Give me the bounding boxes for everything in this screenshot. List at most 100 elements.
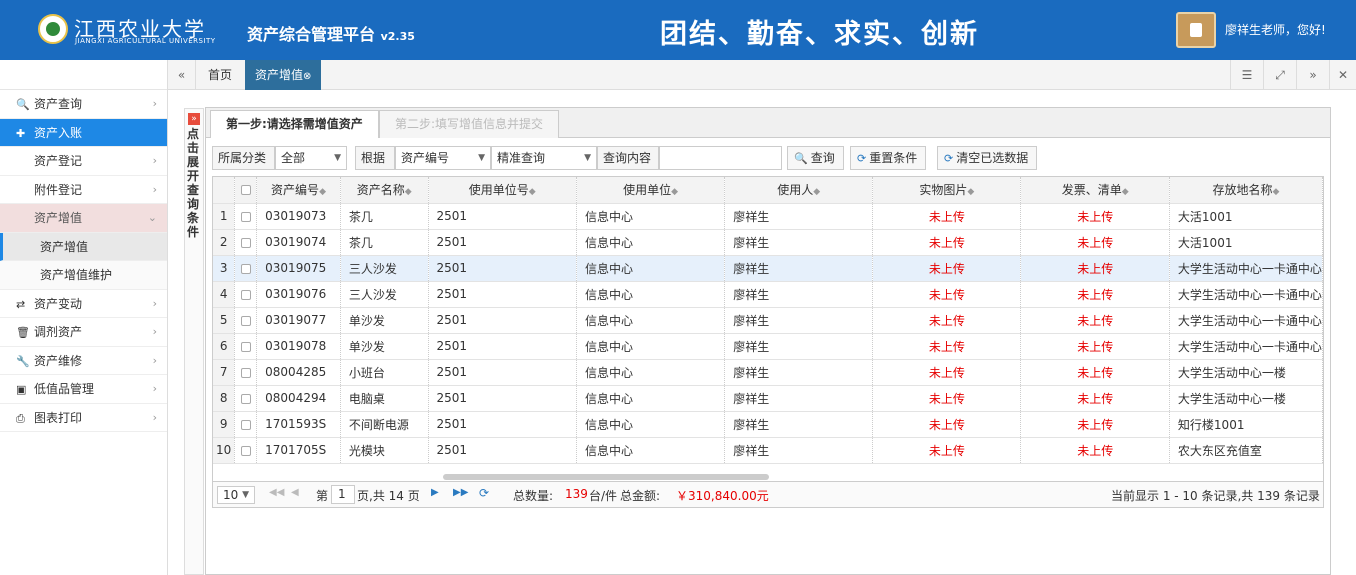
sort-icon[interactable]: ◆	[1122, 187, 1129, 197]
category-select[interactable]: 全部 ▼	[275, 146, 347, 170]
first-page-icon[interactable]: ◀◀	[269, 487, 284, 498]
query-content-input[interactable]	[659, 146, 782, 170]
table-row[interactable]: 5 03019077 单沙发 2501 信息中心 廖祥生 未上传 未上传 大学生活动中心一卡通中…	[213, 307, 1323, 334]
col-header-unit-no[interactable]: 使用单位号◆	[428, 177, 577, 204]
sort-icon[interactable]: ◆	[967, 187, 974, 197]
cell-invoice-status[interactable]: 未上传	[1020, 229, 1170, 256]
sort-icon[interactable]: ◆	[529, 187, 536, 197]
checkbox-icon[interactable]	[240, 211, 251, 222]
sidebar-item-chart-print[interactable]: ⎙ 图表打印 ›	[0, 404, 167, 432]
table-row[interactable]: 9 1701593S 不间断电源 2501 信息中心 廖祥生 未上传 未上传 知行楼1001	[213, 411, 1323, 438]
next-page-icon[interactable]: ▶	[431, 487, 439, 498]
reset-button[interactable]: ⟳ 重置条件	[850, 146, 927, 170]
checkbox-icon[interactable]	[240, 419, 251, 430]
match-select[interactable]: 精准查询 ▼	[491, 146, 597, 170]
row-checkbox[interactable]	[234, 359, 258, 386]
table-row[interactable]: 7 08004285 小班台 2501 信息中心 廖祥生 未上传 未上传 大学生活动中心一楼	[213, 359, 1323, 386]
expand-query-panel[interactable]: » 点击展开查询条件	[184, 108, 204, 575]
tab-asset-appreciation[interactable]: 资产增值⊗	[245, 60, 322, 90]
search-button[interactable]: 🔍 查询	[787, 146, 844, 170]
checkbox-icon[interactable]	[240, 445, 251, 456]
sidebar-item-asset-register[interactable]: 资产登记 ›	[0, 147, 167, 176]
checkbox-icon[interactable]	[240, 237, 251, 248]
cell-invoice-status[interactable]: 未上传	[1020, 359, 1170, 386]
tab-step-2[interactable]: 第二步:填写增值信息并提交	[379, 110, 560, 138]
cell-invoice-status[interactable]: 未上传	[1020, 437, 1170, 464]
cell-invoice-status[interactable]: 未上传	[1020, 307, 1170, 334]
sort-icon[interactable]: ◆	[405, 187, 412, 197]
cell-photo-status[interactable]: 未上传	[872, 229, 1022, 256]
col-header-invoice[interactable]: 发票、清单◆	[1020, 177, 1170, 204]
sort-icon[interactable]: ◆	[671, 187, 678, 197]
scroll-right-icon[interactable]: »	[1296, 60, 1329, 90]
checkbox-icon[interactable]	[240, 367, 251, 378]
tab-step-1[interactable]: 第一步:请选择需增值资产	[210, 110, 379, 138]
avatar[interactable]	[1176, 12, 1216, 48]
table-row[interactable]: 1 03019073 茶几 2501 信息中心 廖祥生 未上传 未上传 大活1001	[213, 203, 1323, 230]
row-checkbox[interactable]	[234, 411, 258, 438]
sidebar-item-asset-transfer[interactable]: 🗑 调剂资产 ›	[0, 318, 167, 347]
cell-photo-status[interactable]: 未上传	[872, 281, 1022, 308]
sidebar-item-asset-change[interactable]: ⇄ 资产变动 ›	[0, 290, 167, 318]
col-header-photo[interactable]: 实物图片◆	[872, 177, 1022, 204]
col-header-asset-name[interactable]: 资产名称◆	[340, 177, 429, 204]
row-checkbox[interactable]	[234, 255, 258, 282]
page-number-input[interactable]: 1	[331, 485, 355, 504]
sidebar-item-low-value[interactable]: ▣ 低值品管理 ›	[0, 375, 167, 404]
user-greeting[interactable]: 廖祥生老师，您好!	[1225, 21, 1326, 38]
select-all-checkbox[interactable]	[234, 177, 258, 204]
horizontal-scrollbar[interactable]	[443, 474, 769, 480]
table-row[interactable]: 4 03019076 三人沙发 2501 信息中心 廖祥生 未上传 未上传 大学生活动中心一卡通…	[213, 281, 1323, 308]
row-checkbox[interactable]	[234, 281, 258, 308]
sidebar-item-asset-repair[interactable]: 🔧 资产维修 ›	[0, 347, 167, 375]
scroll-left-icon[interactable]: «	[168, 60, 196, 90]
sort-icon[interactable]: ◆	[1273, 187, 1280, 197]
row-checkbox[interactable]	[234, 229, 258, 256]
cell-photo-status[interactable]: 未上传	[872, 307, 1022, 334]
col-header-unit[interactable]: 使用单位◆	[576, 177, 726, 204]
col-header-user[interactable]: 使用人◆	[724, 177, 874, 204]
expand-query-label[interactable]: 点击展开查询条件	[187, 127, 201, 239]
field-select[interactable]: 资产编号 ▼	[395, 146, 491, 170]
cell-photo-status[interactable]: 未上传	[872, 411, 1022, 438]
table-row[interactable]: 6 03019078 单沙发 2501 信息中心 廖祥生 未上传 未上传 大学生活动中心一卡通中…	[213, 333, 1323, 360]
sort-icon[interactable]: ◆	[813, 187, 820, 197]
cell-photo-status[interactable]: 未上传	[872, 333, 1022, 360]
cell-photo-status[interactable]: 未上传	[872, 437, 1022, 464]
last-page-icon[interactable]: ▶▶	[453, 487, 468, 498]
cell-invoice-status[interactable]: 未上传	[1020, 281, 1170, 308]
row-checkbox[interactable]	[234, 385, 258, 412]
row-checkbox[interactable]	[234, 203, 258, 230]
cell-invoice-status[interactable]: 未上传	[1020, 411, 1170, 438]
tab-home[interactable]: 首页	[198, 60, 242, 90]
clear-selected-button[interactable]: ⟳ 清空已选数据	[937, 146, 1038, 170]
table-row[interactable]: 8 08004294 电脑桌 2501 信息中心 廖祥生 未上传 未上传 大学生活动中心一楼	[213, 385, 1323, 412]
page-size-select[interactable]: 10 ▼	[217, 486, 255, 504]
cell-invoice-status[interactable]: 未上传	[1020, 255, 1170, 282]
checkbox-icon[interactable]	[240, 393, 251, 404]
checkbox-icon[interactable]	[240, 289, 251, 300]
prev-page-icon[interactable]: ◀	[291, 487, 299, 498]
close-tabs-icon[interactable]: ✕	[1329, 60, 1356, 90]
cell-photo-status[interactable]: 未上传	[872, 203, 1022, 230]
sidebar-item-attachment-register[interactable]: 附件登记 ›	[0, 176, 167, 204]
sidebar-item-appreciation-maintain[interactable]: 资产增值维护	[0, 261, 167, 290]
double-chevron-right-icon[interactable]: »	[188, 113, 200, 125]
menu-icon[interactable]: ☰	[1230, 60, 1263, 90]
sidebar-item-asset-appreciation[interactable]: 资产增值	[0, 232, 167, 261]
cell-photo-status[interactable]: 未上传	[872, 385, 1022, 412]
sort-icon[interactable]: ◆	[319, 187, 326, 197]
col-header-asset-no[interactable]: 资产编号◆	[256, 177, 341, 204]
table-row[interactable]: 3 03019075 三人沙发 2501 信息中心 廖祥生 未上传 未上传 大学生活动中心一卡通…	[213, 255, 1323, 282]
refresh-icon[interactable]: ⟳	[479, 486, 489, 500]
sidebar-item-asset-appreciation-group[interactable]: 资产增值 ⌄	[0, 204, 167, 233]
row-checkbox[interactable]	[234, 307, 258, 334]
sidebar-item-asset-query[interactable]: 🔍 资产查询 ›	[0, 90, 167, 119]
close-icon[interactable]: ⊗	[303, 71, 311, 82]
cell-photo-status[interactable]: 未上传	[872, 255, 1022, 282]
col-header-location[interactable]: 存放地名称◆	[1169, 177, 1323, 204]
row-checkbox[interactable]	[234, 437, 258, 464]
row-checkbox[interactable]	[234, 333, 258, 360]
cell-invoice-status[interactable]: 未上传	[1020, 385, 1170, 412]
table-row[interactable]: 10 1701705S 光模块 2501 信息中心 廖祥生 未上传 未上传 农大东区充值室	[213, 437, 1323, 464]
